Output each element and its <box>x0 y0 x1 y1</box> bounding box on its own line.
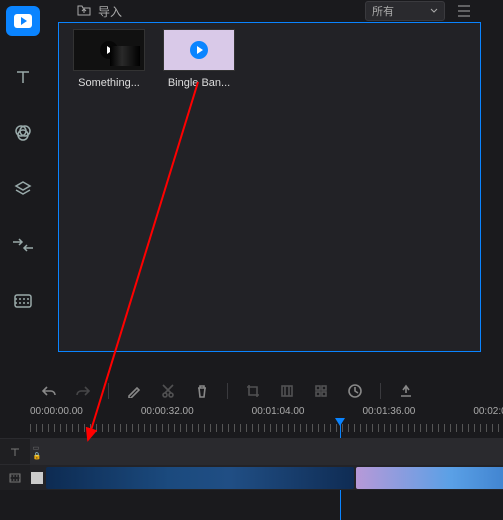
film-track-icon <box>8 471 22 485</box>
time-ruler[interactable]: 00:00:00.00 00:00:32.00 00:01:04.00 00:0… <box>0 406 503 434</box>
media-label: Something... <box>73 77 145 89</box>
chevron-down-icon <box>430 8 438 14</box>
time-label: 00:02:08.00 <box>473 406 503 417</box>
time-label: 00:00:00.00 <box>30 406 83 417</box>
media-item-something[interactable]: Something... <box>73 29 145 89</box>
media-panel: Something... Bingle Ban... <box>58 22 481 352</box>
track-controls[interactable] <box>30 472 44 484</box>
color-tab[interactable] <box>6 118 40 148</box>
media-item-bingle[interactable]: Bingle Ban... <box>163 29 235 89</box>
filter-selected: 所有 <box>372 3 394 19</box>
delete-button[interactable] <box>193 382 211 400</box>
media-label: Bingle Ban... <box>163 77 235 89</box>
media-thumb <box>163 29 235 71</box>
time-label: 00:00:32.00 <box>141 406 194 417</box>
edit-button[interactable] <box>125 382 143 400</box>
track-controls[interactable]: ▭🔒 <box>30 444 44 460</box>
track-head[interactable] <box>0 439 30 464</box>
film-icon <box>13 293 33 309</box>
grid-button[interactable] <box>312 382 330 400</box>
frame-button[interactable] <box>278 382 296 400</box>
play-icon <box>190 41 208 59</box>
timeline-toolbar <box>0 378 503 404</box>
layers-tab[interactable] <box>6 174 40 204</box>
cut-button[interactable] <box>159 382 177 400</box>
ruler-ticks <box>30 424 503 432</box>
media-grid: Something... Bingle Ban... <box>59 23 480 95</box>
track-row-text[interactable]: ▭🔒 <box>0 438 503 464</box>
toolbar-divider <box>380 383 381 399</box>
play-rect-icon <box>13 13 33 29</box>
media-panel-topbar: 导入 所有 <box>58 0 481 22</box>
toolbar-divider <box>227 383 228 399</box>
time-label: 00:01:04.00 <box>252 406 305 417</box>
list-view-toggle[interactable] <box>453 1 475 21</box>
tool-sidebar <box>0 0 46 360</box>
transition-tab[interactable] <box>6 230 40 260</box>
color-rings-icon <box>13 123 33 143</box>
undo-button[interactable] <box>40 382 58 400</box>
import-button[interactable]: 导入 <box>98 3 122 20</box>
crop-button[interactable] <box>244 382 262 400</box>
track-body[interactable] <box>44 465 503 490</box>
history-button[interactable] <box>346 382 364 400</box>
text-icon <box>13 67 33 87</box>
track-body[interactable] <box>44 439 503 464</box>
track-row-video[interactable] <box>0 464 503 490</box>
redo-button[interactable] <box>74 382 92 400</box>
timeline-clip[interactable] <box>46 467 354 489</box>
arrows-h-icon <box>12 238 34 252</box>
track-head[interactable] <box>0 465 30 490</box>
media-tab[interactable] <box>6 6 40 36</box>
text-tab[interactable] <box>6 62 40 92</box>
text-track-icon <box>8 445 22 459</box>
timeline-tracks: ▭🔒 <box>0 438 503 490</box>
timeline-clip[interactable] <box>356 467 503 489</box>
layers-icon <box>13 179 33 199</box>
aspect-tab[interactable] <box>6 286 40 316</box>
export-button[interactable] <box>397 382 415 400</box>
toolbar-divider <box>108 383 109 399</box>
media-thumb <box>73 29 145 71</box>
filter-dropdown[interactable]: 所有 <box>365 1 445 21</box>
folder-up-icon[interactable] <box>76 3 92 20</box>
clip-badge-icon <box>31 472 43 484</box>
list-view-icon <box>456 4 472 18</box>
time-label: 00:01:36.00 <box>362 406 415 417</box>
